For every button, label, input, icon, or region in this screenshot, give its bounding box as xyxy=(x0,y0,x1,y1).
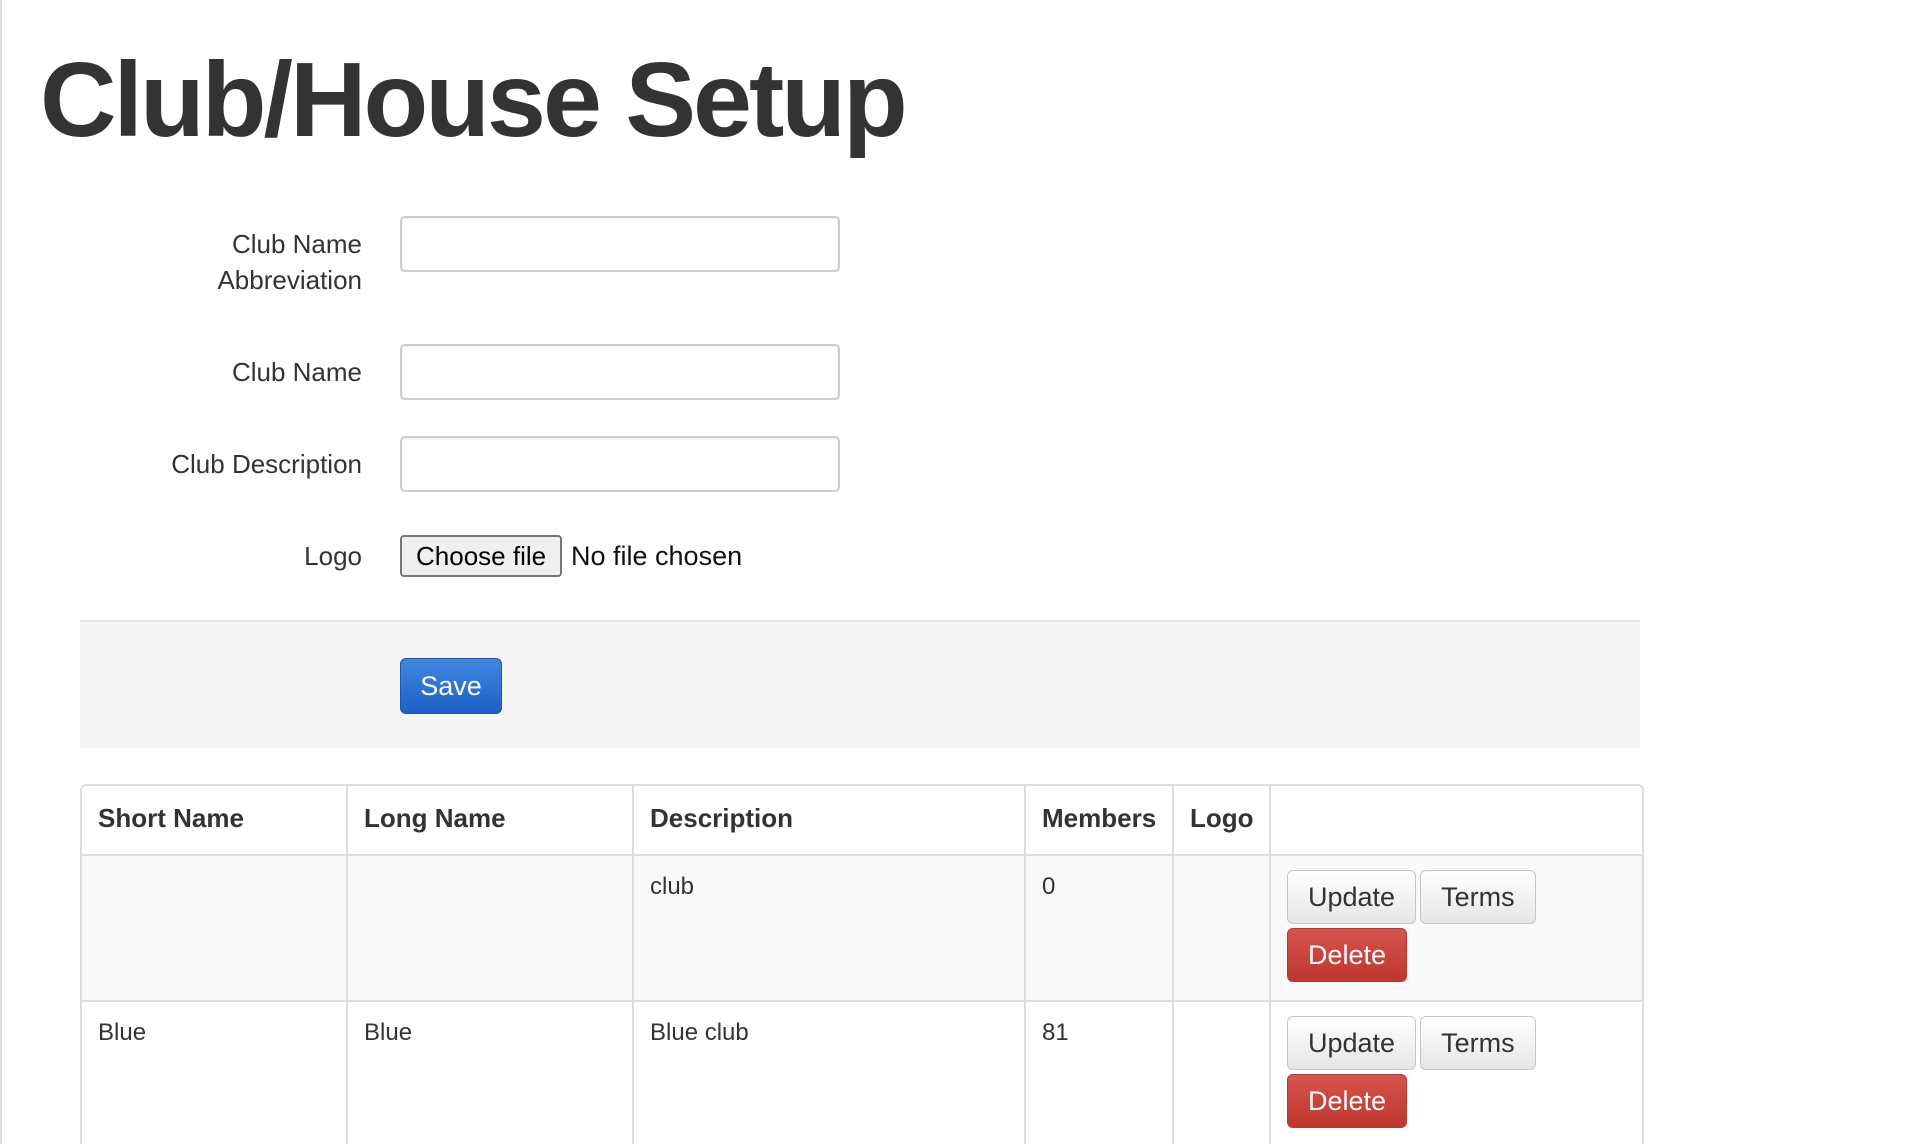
delete-button[interactable]: Delete xyxy=(1287,1074,1408,1128)
update-button[interactable]: Update xyxy=(1287,870,1417,924)
table-header-row: Short Name Long Name Description Members… xyxy=(82,786,1642,854)
delete-button[interactable]: Delete xyxy=(1287,928,1408,982)
clubs-table: Short Name Long Name Description Members… xyxy=(80,784,1644,1144)
terms-button[interactable]: Terms xyxy=(1420,870,1536,924)
club-description-input[interactable] xyxy=(400,436,840,492)
abbreviation-row: Club Name Abbreviation xyxy=(2,216,902,296)
cell-logo xyxy=(1172,854,1269,1000)
cell-members: 0 xyxy=(1024,854,1172,1000)
row-action-buttons: Update Terms xyxy=(1287,1016,1626,1074)
club-description-label: Club Description xyxy=(171,449,362,479)
page-title: Club/House Setup xyxy=(40,41,908,159)
cell-description: club xyxy=(632,854,1024,1000)
logo-label: Logo xyxy=(304,541,362,571)
column-header-short-name: Short Name xyxy=(98,803,244,833)
table-row: club 0 Update Terms Delete xyxy=(82,854,1642,1000)
column-header-members: Members xyxy=(1024,786,1172,854)
cell-logo xyxy=(1172,1000,1269,1144)
update-button[interactable]: Update xyxy=(1287,1016,1417,1070)
column-header-logo: Logo xyxy=(1172,786,1269,854)
choose-file-button[interactable]: Choose file xyxy=(400,535,563,577)
club-description-row: Club Description xyxy=(2,436,902,492)
club-name-label: Club Name xyxy=(231,357,362,387)
column-header-long-name: Long Name xyxy=(346,786,632,854)
column-header-description: Description xyxy=(632,786,1024,854)
row-action-buttons: Update Terms xyxy=(1287,870,1626,928)
club-name-input[interactable] xyxy=(400,344,840,400)
club-house-setup-page: Club/House Setup Club Name Abbreviation … xyxy=(0,0,1922,1144)
column-header-actions xyxy=(1269,786,1642,854)
cell-actions: Update Terms Delete xyxy=(1269,854,1642,1000)
cell-actions: Update Terms Delete xyxy=(1269,1000,1642,1144)
club-name-row: Club Name xyxy=(2,344,902,400)
cell-members: 81 xyxy=(1024,1000,1172,1144)
file-status-text: No file chosen xyxy=(571,541,743,571)
cell-long-name: Blue xyxy=(346,1000,632,1144)
cell-short-name xyxy=(82,854,346,1000)
abbreviation-label: Club Name Abbreviation xyxy=(217,229,362,295)
cell-short-name: Blue xyxy=(82,1000,346,1144)
form-actions-panel: Save xyxy=(80,620,1640,748)
save-button[interactable]: Save xyxy=(400,658,502,714)
abbreviation-input[interactable] xyxy=(400,216,840,272)
terms-button[interactable]: Terms xyxy=(1420,1016,1536,1070)
cell-description: Blue club xyxy=(632,1000,1024,1144)
cell-long-name xyxy=(346,854,632,1000)
logo-row: Logo Choose file No file chosen xyxy=(2,535,902,577)
table-row: Blue Blue Blue club 81 Update Terms Delet… xyxy=(82,1000,1642,1144)
